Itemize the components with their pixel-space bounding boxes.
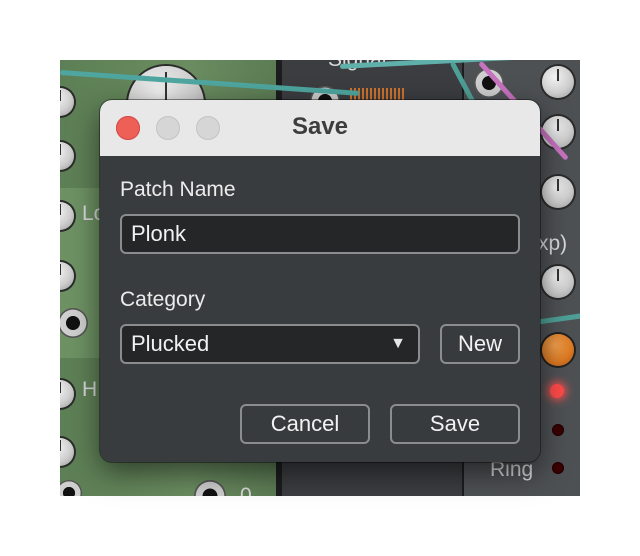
- dropdown-arrow-icon: ▼: [390, 335, 406, 352]
- category-label: Category: [120, 288, 206, 311]
- save-dialog: Save Patch Name Category Plucked ▼ New C…: [100, 100, 540, 462]
- knob[interactable]: [542, 66, 574, 98]
- orange-knob[interactable]: [542, 334, 574, 366]
- xp-label: xp): [538, 232, 568, 255]
- new-category-button[interactable]: New: [440, 324, 520, 364]
- category-selected-value: Plucked: [131, 331, 210, 356]
- cancel-button[interactable]: Cancel: [240, 404, 370, 444]
- patch-name-input[interactable]: [120, 214, 520, 254]
- led-indicator: [552, 424, 564, 436]
- knob[interactable]: [542, 266, 574, 298]
- zero-label: 0: [240, 484, 252, 496]
- h-label: H: [82, 378, 98, 401]
- category-select[interactable]: Plucked ▼: [120, 324, 420, 364]
- led-indicator: [552, 462, 564, 474]
- patch-name-label: Patch Name: [120, 178, 236, 201]
- knob[interactable]: [542, 176, 574, 208]
- dialog-titlebar: Save: [100, 100, 540, 156]
- dialog-title: Save: [291, 113, 349, 140]
- led-indicator: [550, 384, 564, 398]
- save-button[interactable]: Save: [390, 404, 520, 444]
